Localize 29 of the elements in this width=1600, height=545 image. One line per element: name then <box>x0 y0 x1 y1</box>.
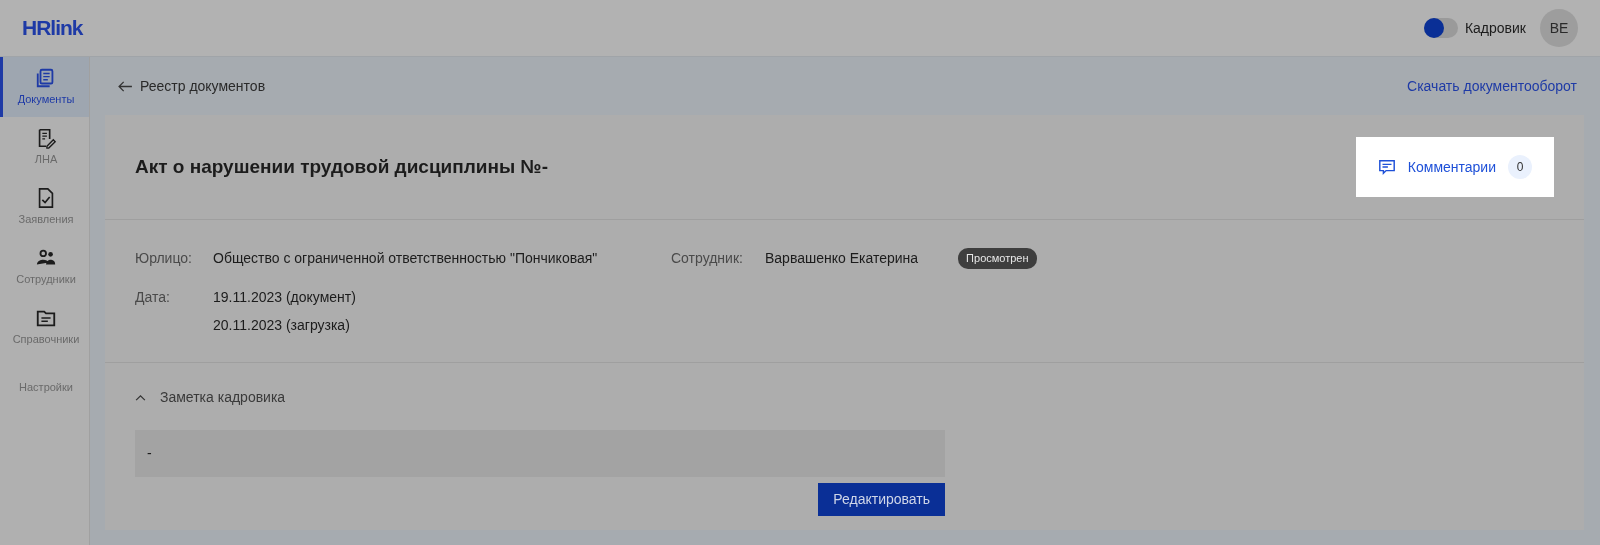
chevron-icon <box>135 394 146 401</box>
chat-icon <box>1377 158 1396 176</box>
sidebar-item[interactable]: Сотрудники <box>0 237 89 297</box>
back-link[interactable]: Реестр документов <box>118 75 266 97</box>
role-label: Кадровик <box>1464 18 1526 38</box>
sidebar-item[interactable]: Документы <box>0 57 89 117</box>
field-value: 20.11.2023 (загрузка) <box>213 316 351 335</box>
edit-button[interactable]: Редактировать <box>818 483 945 516</box>
sidebar-item[interactable]: Заявления <box>0 177 89 237</box>
field-value: Варвашенко Екатерина <box>765 249 919 268</box>
note-toggle[interactable]: Заметка кадровика <box>135 387 1554 408</box>
avatar[interactable]: BE <box>1540 9 1578 47</box>
logo[interactable]: HRlink <box>22 12 83 44</box>
document-title: Акт о нарушении трудовой дисциплины №- <box>135 155 548 179</box>
download-link[interactable]: Скачать документооборот <box>1407 75 1577 97</box>
field-label: Сотрудник: <box>671 249 744 268</box>
note-field: - <box>135 430 945 477</box>
sidebar-item[interactable]: Настройки <box>0 357 89 417</box>
role-toggle[interactable] <box>1423 18 1458 38</box>
field-value: Общество с ограниченной ответственностью "Пончиковая" <box>213 249 599 268</box>
sidebar-item[interactable]: ЛНА <box>0 117 89 177</box>
status-badge: Просмотрен <box>958 248 1037 269</box>
comment-count: 0 <box>1508 155 1532 179</box>
field-label: Юрлицо: <box>135 249 193 268</box>
back-arrow-icon <box>118 80 133 92</box>
field-value: 19.11.2023 (документ) <box>213 288 357 307</box>
field-label: Дата: <box>135 288 171 307</box>
sidebar-item[interactable]: Справочники <box>0 297 89 357</box>
comments-button[interactable]: Комментарии 0 <box>1355 137 1554 197</box>
